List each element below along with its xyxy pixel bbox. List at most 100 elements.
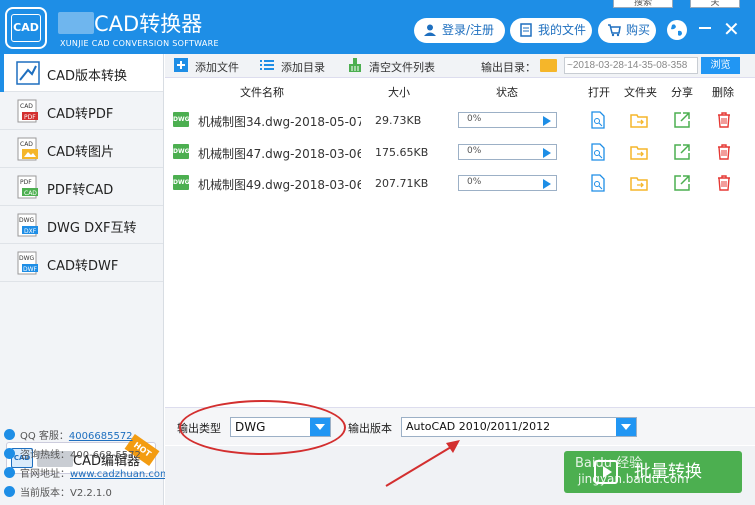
app-subtitle: XUNJIE CAD CONVERSION SOFTWARE bbox=[60, 39, 219, 48]
sidebar-item-label: DWG DXF互转 bbox=[47, 221, 137, 236]
sidebar-item-cad-dwf[interactable]: DWG DWF CAD转DWF bbox=[0, 244, 163, 282]
dwg-file-icon: DWG bbox=[173, 144, 190, 159]
file-name: 机械制图34.dwg-2018-05-07 bbox=[198, 115, 361, 129]
sidebar-item-label: CAD转DWF bbox=[47, 259, 119, 274]
open-folder-icon[interactable] bbox=[630, 174, 648, 192]
sidebar-item-cad-image[interactable]: CAD CAD转图片 bbox=[0, 130, 163, 168]
minimize-icon[interactable] bbox=[699, 27, 711, 29]
version-line: 当前版本：V2.2.1.0 bbox=[4, 484, 112, 499]
clear-list-button[interactable]: 清空文件列表 bbox=[347, 58, 435, 75]
app-window: CAD CAD转换器 XUNJIE CAD CONVERSION SOFTWAR… bbox=[0, 0, 755, 505]
buy-label: 购买 bbox=[626, 23, 651, 37]
delete-icon[interactable] bbox=[715, 174, 733, 192]
qq-support-line: QQ 客服：4006685572 bbox=[4, 427, 133, 442]
open-folder-icon[interactable] bbox=[630, 143, 648, 161]
col-delete-header: 删除 bbox=[712, 86, 734, 99]
open-folder-icon[interactable] bbox=[630, 111, 648, 129]
open-file-icon[interactable] bbox=[589, 143, 607, 161]
sidebar: CAD版本转换 CAD PDF CAD转PDF CAD CAD转图片 PDF C… bbox=[0, 54, 170, 505]
open-file-icon[interactable] bbox=[589, 111, 607, 129]
output-version-value: AutoCAD 2010/2011/2012 bbox=[406, 420, 551, 433]
svg-text:CAD: CAD bbox=[24, 190, 37, 197]
chevron-down-icon[interactable] bbox=[616, 418, 636, 436]
browse-button[interactable]: 浏览 bbox=[701, 57, 740, 74]
add-file-label: 添加文件 bbox=[195, 61, 239, 74]
buy-button[interactable]: 购买 bbox=[598, 18, 656, 43]
clear-list-label: 清空文件列表 bbox=[369, 61, 435, 74]
user-icon bbox=[424, 24, 436, 36]
sidebar-item-label: CAD版本转换 bbox=[47, 69, 127, 84]
cad-dwf-icon: DWG DWF bbox=[17, 251, 38, 275]
phone-icon bbox=[4, 448, 15, 459]
pdf-cad-icon: PDF CAD bbox=[17, 175, 38, 199]
website-link[interactable]: www.cadzhuan.com bbox=[70, 469, 170, 480]
my-files-button[interactable]: 我的文件 bbox=[510, 18, 592, 43]
svg-text:DXF: DXF bbox=[24, 228, 37, 235]
watermark-url: jingyan.baidu.com bbox=[578, 472, 689, 486]
globe-icon[interactable] bbox=[666, 19, 688, 41]
share-icon[interactable] bbox=[673, 111, 691, 129]
close-icon[interactable]: ✕ bbox=[723, 18, 740, 40]
dwg-file-icon: DWG bbox=[173, 112, 190, 127]
layers-icon bbox=[4, 486, 15, 497]
annotation-arrow bbox=[385, 440, 460, 487]
qq-icon bbox=[4, 429, 15, 440]
top-search-tab[interactable]: 搜索 bbox=[613, 0, 673, 8]
file-name: 机械制图47.dwg-2018-03-06 bbox=[198, 147, 361, 161]
share-icon[interactable] bbox=[673, 143, 691, 161]
hotline-line: 咨询热线：400-668-5572 bbox=[4, 446, 141, 461]
add-directory-label: 添加目录 bbox=[281, 61, 325, 74]
col-share-header: 分享 bbox=[671, 86, 693, 99]
svg-text:CAD: CAD bbox=[20, 103, 33, 110]
website-label: 官网地址： bbox=[20, 469, 70, 480]
add-file-button[interactable]: 添加文件 bbox=[173, 58, 239, 75]
start-icon[interactable] bbox=[543, 148, 551, 158]
add-directory-button[interactable]: 添加目录 bbox=[259, 59, 325, 75]
title-blurred-brand bbox=[58, 12, 94, 34]
sidebar-item-cad-version[interactable]: CAD版本转换 bbox=[0, 54, 163, 92]
table-row[interactable]: DWG 机械制图47.dwg-2018-03-06 175.65KB 0% bbox=[165, 136, 755, 168]
file-size: 175.65KB bbox=[375, 146, 429, 159]
svg-text:CAD: CAD bbox=[20, 141, 33, 148]
start-icon[interactable] bbox=[543, 179, 551, 189]
cad-pdf-icon: CAD PDF bbox=[17, 99, 38, 123]
toolbar: 添加文件 添加目录 清空文件列表 输出目录： ~2018-03-28-14-35… bbox=[165, 54, 755, 78]
progress-text: 0% bbox=[467, 114, 482, 124]
qq-number-link[interactable]: 4006685572 bbox=[69, 431, 133, 442]
start-icon[interactable] bbox=[543, 116, 551, 126]
output-dir-field[interactable]: ~2018-03-28-14-35-08-358 bbox=[564, 57, 698, 74]
folder-icon[interactable] bbox=[540, 59, 557, 72]
svg-text:PDF: PDF bbox=[24, 114, 36, 121]
sidebar-item-dwg-dxf[interactable]: DWG DXF DWG DXF互转 bbox=[0, 206, 163, 244]
svg-text:DWG: DWG bbox=[19, 217, 35, 224]
progress-bar: 0% bbox=[458, 175, 557, 191]
list-icon bbox=[260, 60, 274, 70]
col-open-header: 打开 bbox=[588, 86, 610, 99]
svg-text:DWG: DWG bbox=[19, 255, 35, 262]
document-icon bbox=[520, 23, 532, 37]
app-title: CAD转换器 bbox=[94, 12, 203, 36]
sidebar-item-cad-pdf[interactable]: CAD PDF CAD转PDF bbox=[0, 92, 163, 130]
svg-text:DWF: DWF bbox=[23, 266, 38, 273]
col-status-header: 状态 bbox=[496, 86, 518, 99]
table-row[interactable]: DWG 机械制图49.dwg-2018-03-06 207.71KB 0% bbox=[165, 167, 755, 199]
top-close-tab[interactable]: 关 bbox=[690, 0, 740, 8]
delete-icon[interactable] bbox=[715, 143, 733, 161]
dwg-dxf-icon: DWG DXF bbox=[17, 213, 38, 237]
open-file-icon[interactable] bbox=[589, 174, 607, 192]
broom-icon bbox=[349, 58, 361, 72]
delete-icon[interactable] bbox=[715, 111, 733, 129]
share-icon[interactable] bbox=[673, 174, 691, 192]
sidebar-item-label: PDF转CAD bbox=[47, 183, 114, 198]
cad-version-icon bbox=[16, 61, 40, 85]
login-button[interactable]: 登录/注册 bbox=[414, 18, 505, 43]
qq-label: QQ 客服： bbox=[20, 431, 69, 442]
sidebar-item-label: CAD转PDF bbox=[47, 107, 114, 122]
svg-text:PDF: PDF bbox=[20, 179, 32, 186]
table-row[interactable]: DWG 机械制图34.dwg-2018-05-07 29.73KB 0% bbox=[165, 104, 755, 136]
col-size-header: 大小 bbox=[388, 86, 410, 99]
version-text: 当前版本：V2.2.1.0 bbox=[20, 488, 112, 499]
sidebar-item-pdf-cad[interactable]: PDF CAD PDF转CAD bbox=[0, 168, 163, 206]
plus-icon bbox=[174, 58, 188, 72]
col-name-header: 文件名称 bbox=[240, 86, 284, 99]
